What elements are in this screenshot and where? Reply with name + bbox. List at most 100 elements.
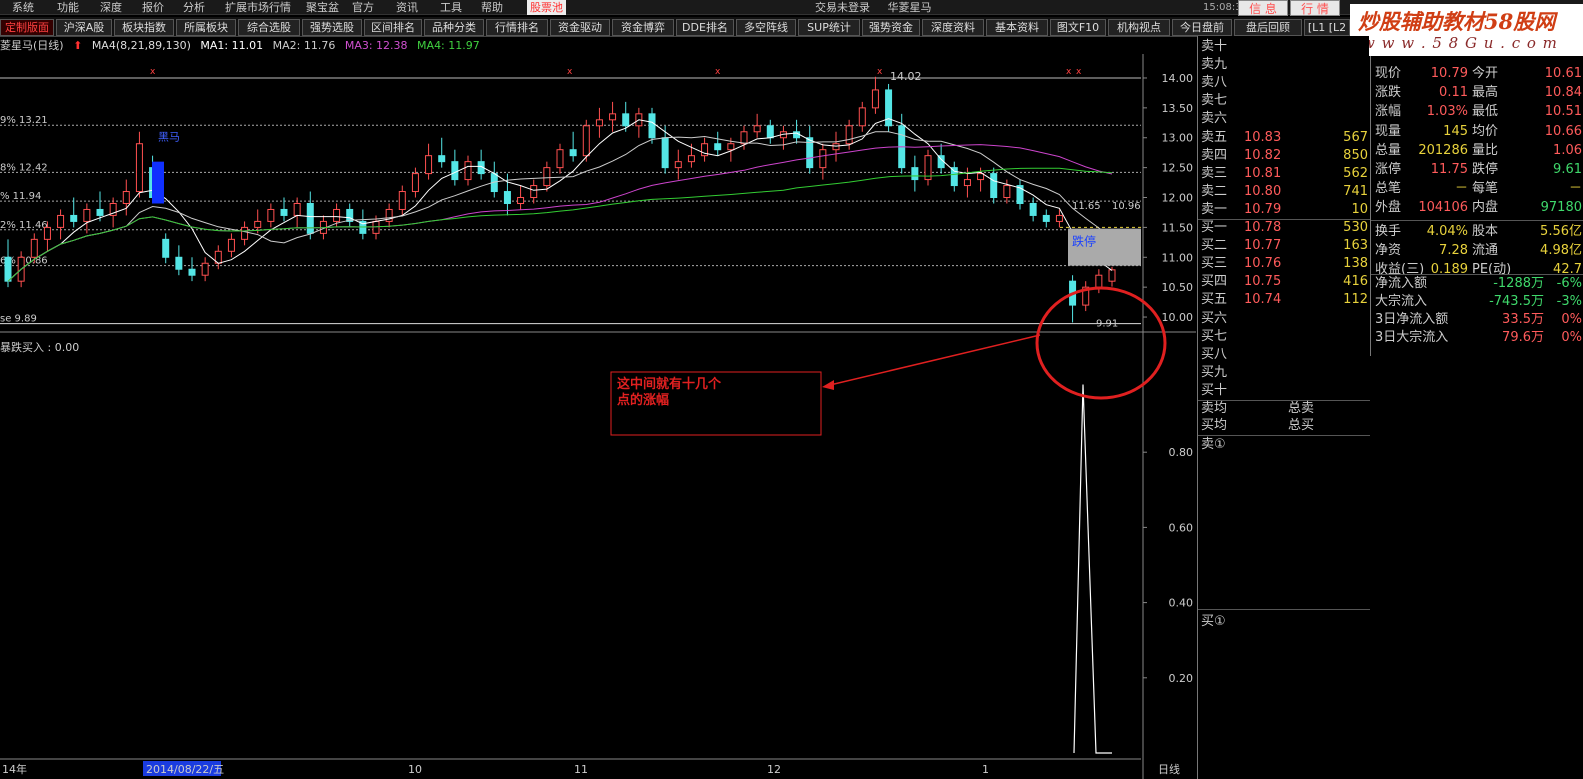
period-label[interactable]: 日线 — [1158, 762, 1180, 776]
tab-item[interactable]: 多空阵线 — [736, 19, 796, 36]
stock-name: 华菱星马 — [887, 1, 932, 14]
candle-body — [135, 143, 143, 193]
stats-value: 201286 — [1418, 142, 1468, 158]
stats-divider — [1371, 219, 1583, 221]
annotation-text-line1: 这中间就有十几个 — [617, 376, 722, 392]
watermark: 炒股辅助教材58股网 w w w . 5 8 G u . c o m — [1350, 4, 1583, 56]
order-book-row: 卖九 — [1198, 56, 1370, 74]
stats-label: 今开 — [1472, 66, 1499, 81]
indicator-tick-label: 0.20 — [1169, 672, 1194, 685]
menu-item[interactable]: 股票池 — [527, 0, 566, 15]
tab-item[interactable]: 综合选股 — [238, 19, 300, 36]
candle-body — [503, 191, 511, 204]
menu-item[interactable]: 工具 — [440, 0, 462, 15]
tab-item[interactable]: 强势资金 — [862, 19, 920, 36]
tab-item[interactable]: 基本资料 — [986, 19, 1048, 36]
candle-body — [70, 214, 78, 222]
menu-item[interactable]: 资讯 — [396, 0, 418, 15]
buy-queue-label: 买① — [1201, 614, 1226, 629]
stats-value: 10.66 — [1544, 123, 1582, 139]
tab-item[interactable]: 盘后回顾 — [1234, 19, 1302, 36]
candle-body — [333, 208, 341, 222]
menu-item[interactable]: 功能 — [57, 0, 79, 15]
order-volume: 10 — [1351, 201, 1368, 217]
stats-value: 7.28 — [1439, 242, 1468, 258]
order-book-divider — [1198, 609, 1370, 610]
tab-item[interactable]: 今日盘前 — [1172, 19, 1232, 36]
stats-label: 净资 — [1375, 242, 1402, 258]
stats-value: 97180 — [1540, 200, 1582, 216]
order-price: 10.75 — [1244, 274, 1282, 290]
tab-item[interactable]: [L1 [L2 — [1304, 19, 1350, 36]
tab-item[interactable]: 资金驱动 — [550, 19, 610, 36]
order-level-label: 买八 — [1201, 346, 1228, 362]
quote-button[interactable]: 行 情 — [1290, 0, 1340, 16]
order-level-label: 买五 — [1201, 292, 1228, 308]
candle-body — [96, 208, 104, 216]
stats-label: 涨停 — [1375, 162, 1402, 177]
chart-header: 菱星马(日线) ⬆ MA4(8,21,89,130) MA1: 11.01 MA… — [0, 38, 486, 54]
sell-queue-row[interactable]: 卖① — [1198, 436, 1370, 454]
candle-body — [963, 179, 971, 187]
stats-value: 10.84 — [1544, 85, 1582, 101]
tab-item[interactable]: 行情排名 — [486, 19, 548, 36]
order-book-row: 卖三 10.81 562 — [1198, 165, 1370, 183]
stats-value: 104106 — [1418, 200, 1468, 216]
price-tick-label: 10.50 — [1162, 281, 1194, 294]
stats-label: 每笔 — [1472, 181, 1499, 197]
tab-item[interactable]: 板块指数 — [114, 19, 174, 36]
candle-body — [43, 226, 51, 240]
menu-item[interactable]: 系统 — [12, 0, 34, 15]
stats-row: 涨跌 0.11 最高 10.84 — [1371, 83, 1583, 102]
tab-item[interactable]: 品种分类 — [424, 19, 484, 36]
candle-body — [227, 238, 235, 252]
menu-item[interactable]: 官方 — [352, 0, 374, 15]
stats-label: 内盘 — [1472, 200, 1499, 216]
menu-item[interactable]: 扩展市场行情 — [225, 0, 291, 15]
tab-item[interactable]: 沪深A股 — [56, 19, 112, 36]
order-price: 10.77 — [1244, 238, 1282, 254]
ma3-value: MA3: 12.38 — [344, 39, 408, 52]
order-book-row: 买四 10.75 416 — [1198, 273, 1370, 291]
stats-row: 净资 7.28 流通 4.98亿 — [1371, 241, 1583, 260]
ma2-value: MA2: 11.76 — [272, 39, 336, 52]
candle-body — [714, 143, 722, 151]
tab-item[interactable]: 资金博弈 — [612, 19, 674, 36]
stats-value: 0.11 — [1439, 85, 1468, 101]
menu-item[interactable]: 报价 — [142, 0, 164, 15]
fund-flow-row: 净流入额 -1288万 -6% — [1371, 274, 1583, 293]
tab-item[interactable]: 区间排名 — [364, 19, 422, 36]
tab-item[interactable]: 所属板块 — [176, 19, 236, 36]
candle-body — [543, 167, 551, 187]
order-level-label: 卖三 — [1201, 165, 1228, 181]
tab-item[interactable]: 强势选股 — [302, 19, 362, 36]
candle-body — [438, 155, 446, 163]
candle-body — [648, 113, 656, 139]
menu-item[interactable]: 深度 — [100, 0, 122, 15]
tab-item[interactable]: 图文F10 — [1050, 19, 1106, 36]
candle-body — [267, 208, 275, 222]
tab-item[interactable]: 机构视点 — [1108, 19, 1170, 36]
tab-item[interactable]: 深度资料 — [922, 19, 984, 36]
menu-item[interactable]: 帮助 — [481, 0, 503, 15]
date-label: 2014/08/22/五 — [146, 763, 224, 776]
tab-item[interactable]: DDE排名 — [676, 19, 734, 36]
candle-body — [858, 107, 866, 127]
tab-item[interactable]: 定制版面 — [0, 19, 54, 36]
order-level-label: 买一 — [1201, 220, 1228, 235]
fund-flow-value: -743.5万 — [1489, 294, 1544, 309]
tab-strip: 定制版面 沪深A股 板块指数 所属板块 综合选股 强势选股 区间排名 品种分类 行情排名 资金驱动… — [0, 17, 1350, 37]
buy-queue-row[interactable]: 买① — [1198, 613, 1370, 631]
kline-chart[interactable]: 9% 13.218% 12.42% 11.942% 11.466% 10.86s… — [0, 54, 1196, 779]
stats-label: 现量 — [1375, 123, 1402, 139]
stats-label: 总量 — [1375, 142, 1402, 158]
order-price: 10.80 — [1244, 183, 1282, 199]
tab-item[interactable]: SUP统计 — [798, 19, 860, 36]
price-tick-label: 12.50 — [1162, 162, 1194, 175]
menu-item[interactable]: 聚宝盆 — [306, 0, 339, 15]
candle-body — [293, 202, 301, 216]
menu-item[interactable]: 分析 — [183, 0, 205, 15]
candle-body — [569, 149, 577, 157]
info-button[interactable]: 信 息 — [1238, 0, 1288, 16]
stats-value: 9.61 — [1553, 162, 1582, 177]
